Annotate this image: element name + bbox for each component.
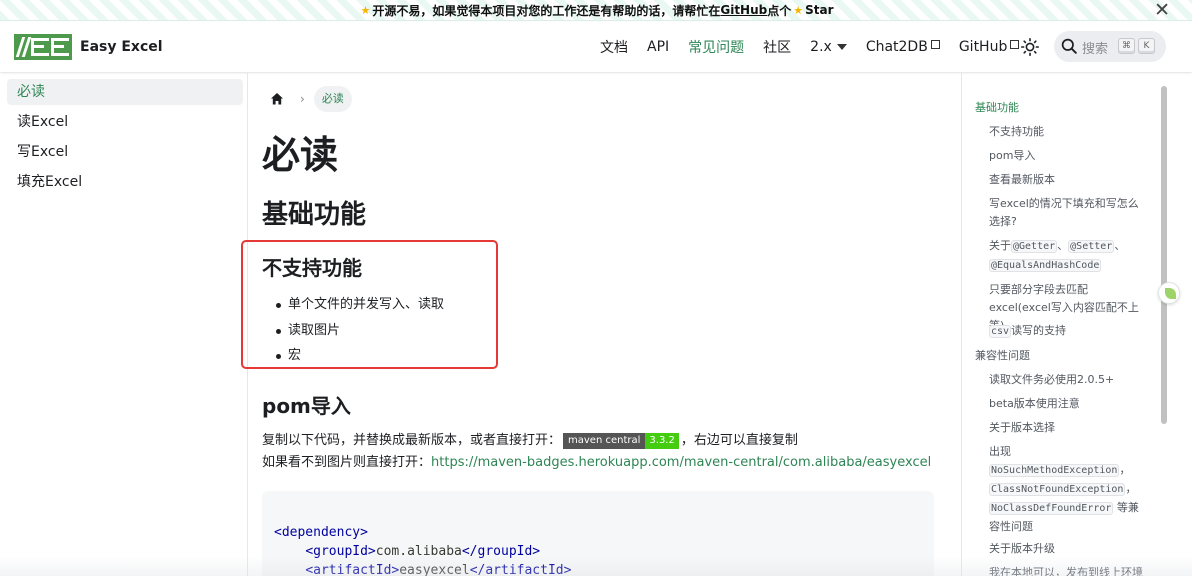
inline-code: @Setter	[1068, 240, 1114, 253]
code-token: <dependency>	[274, 525, 368, 540]
inline-code: csv	[989, 325, 1011, 338]
kbd-k: K	[1138, 38, 1155, 54]
pom-text: 复制以下代码，并替换成最新版本，或者直接打开：	[262, 433, 561, 448]
toc-item-csv[interactable]: csv读写的支持	[989, 322, 1149, 341]
maven-badge[interactable]: maven central3.3.2	[563, 433, 679, 449]
nav-api[interactable]: API	[647, 39, 669, 55]
section-heading-basic: 基础功能	[262, 194, 366, 231]
chevron-down-icon	[837, 44, 847, 50]
toc-text: 、	[1057, 239, 1068, 252]
sidebar-item-write-excel[interactable]: 写Excel	[7, 139, 243, 165]
code-token: <groupId>	[305, 544, 375, 559]
sidebar-item-read-excel[interactable]: 读Excel	[7, 109, 243, 135]
announcement-text-suffix: 点个	[767, 2, 791, 19]
version-label: 2.x	[810, 39, 832, 55]
inline-code: NoClassDefFoundError	[989, 502, 1113, 515]
toc-item-lombok[interactable]: 关于@Getter、@Setter、@EqualsAndHashCode	[989, 237, 1149, 275]
docs-sidebar: 必读 读Excel 写Excel 填充Excel	[0, 72, 248, 576]
heading-pom: pom导入	[262, 390, 351, 419]
toc-item-unsupported[interactable]: 不支持功能	[989, 123, 1149, 141]
breadcrumb-current: 必读	[314, 86, 352, 112]
kbd-cmd: ⌘	[1118, 38, 1135, 54]
toc-text: ，	[1125, 482, 1136, 495]
code-block[interactable]: <dependency> <groupId>com.alibaba</group…	[262, 491, 934, 576]
toc-item-pom[interactable]: pom导入	[989, 147, 1149, 165]
announcement-github-link[interactable]: GitHub	[720, 3, 767, 17]
leaf-icon[interactable]	[1158, 282, 1180, 304]
inline-code: NoSuchMethodException	[989, 464, 1119, 477]
page-title: 必读	[262, 124, 338, 179]
home-icon[interactable]	[270, 92, 284, 106]
star-icon: ★	[793, 4, 803, 17]
pom-paragraph: 复制以下代码，并替换成最新版本，或者直接打开：maven central3.3.…	[262, 430, 931, 474]
toc-text: 出现	[989, 445, 1011, 458]
breadcrumb-separator: ›	[300, 92, 305, 106]
toc-text: ，	[1119, 463, 1130, 476]
code-token: easyexcel	[399, 563, 469, 576]
code-token: </groupId>	[462, 544, 540, 559]
nav-docs[interactable]: 文档	[600, 37, 628, 57]
toc-item-local-ok[interactable]: 我在本地可以，发布到线上环境怎么	[989, 564, 1149, 576]
search-placeholder: 搜索	[1082, 38, 1108, 57]
nav-community[interactable]: 社区	[763, 37, 791, 57]
toc-text: 读写的支持	[1011, 324, 1066, 337]
search-button[interactable]: 搜索 ⌘ K	[1054, 31, 1166, 62]
external-link-icon	[931, 40, 940, 49]
pom-text-after: ，右边可以直接复制	[681, 433, 798, 448]
code-token: </artifactId>	[470, 563, 572, 576]
toc-item-exceptions[interactable]: 出现NoSuchMethodException，ClassNotFoundExc…	[989, 443, 1149, 536]
code-token: com.alibaba	[376, 544, 462, 559]
external-link-icon	[1010, 40, 1019, 49]
logo[interactable]	[14, 34, 72, 60]
star-icon: ★	[360, 4, 370, 17]
pom-text-2: 如果看不到图片则直接打开：	[262, 455, 431, 470]
announcement-bar: ★ 开源不易，如果觉得本项目对您的工作还是有帮助的话，请帮忙在 GitHub 点…	[0, 0, 1192, 21]
toc-item-choose[interactable]: 关于版本选择	[989, 419, 1149, 437]
toc-item-write-fill[interactable]: 写excel的情况下填充和写怎么选择?	[989, 195, 1149, 231]
nav-github[interactable]: GitHub	[959, 39, 1020, 55]
toc-text: 关于	[989, 239, 1011, 252]
toc-item-basic[interactable]: 基础功能	[975, 99, 1019, 117]
announcement-star-label: Star	[805, 3, 833, 17]
search-icon	[1061, 38, 1077, 54]
toc-item-compat[interactable]: 兼容性问题	[975, 347, 1030, 365]
toc-item-beta[interactable]: beta版本使用注意	[989, 395, 1149, 413]
scrollbar[interactable]	[1161, 86, 1167, 424]
sun-icon[interactable]	[1021, 38, 1039, 56]
inline-code: ClassNotFoundException	[989, 483, 1125, 496]
badge-right: 3.3.2	[645, 433, 678, 449]
announcement-text: 开源不易，如果觉得本项目对您的工作还是有帮助的话，请帮忙在	[372, 2, 720, 19]
toc-item-upgrade[interactable]: 关于版本升级	[989, 540, 1149, 558]
toc-text: 、	[1114, 239, 1125, 252]
inline-code: @Getter	[1011, 240, 1057, 253]
code-token: <artifactId>	[305, 563, 399, 576]
nav-faq[interactable]: 常见问题	[688, 37, 744, 57]
brand-title[interactable]: Easy Excel	[80, 39, 163, 55]
nav-chat2db-label: Chat2DB	[866, 39, 928, 55]
sidebar-item-must-read[interactable]: 必读	[7, 79, 243, 105]
version-dropdown[interactable]: 2.x	[810, 39, 847, 55]
toc-item-latest[interactable]: 查看最新版本	[989, 171, 1149, 189]
maven-link[interactable]: https://maven-badges.herokuapp.com/maven…	[431, 455, 931, 470]
table-of-contents: 基础功能 不支持功能 pom导入 查看最新版本 写excel的情况下填充和写怎么…	[961, 72, 1161, 576]
nav-github-label: GitHub	[959, 39, 1008, 55]
sidebar-item-fill-excel[interactable]: 填充Excel	[7, 169, 243, 195]
highlight-box	[241, 240, 498, 369]
navbar: Easy Excel 文档 API 常见问题 社区 2.x Chat2DB Gi…	[0, 22, 1192, 72]
toc-item-read-version[interactable]: 读取文件务必使用2.0.5+	[989, 371, 1149, 389]
close-icon[interactable]: ✕	[1154, 0, 1170, 20]
badge-left: maven central	[563, 433, 645, 449]
inline-code: @EqualsAndHashCode	[989, 259, 1101, 272]
breadcrumb: › 必读	[262, 86, 352, 112]
nav-chat2db[interactable]: Chat2DB	[866, 39, 940, 55]
